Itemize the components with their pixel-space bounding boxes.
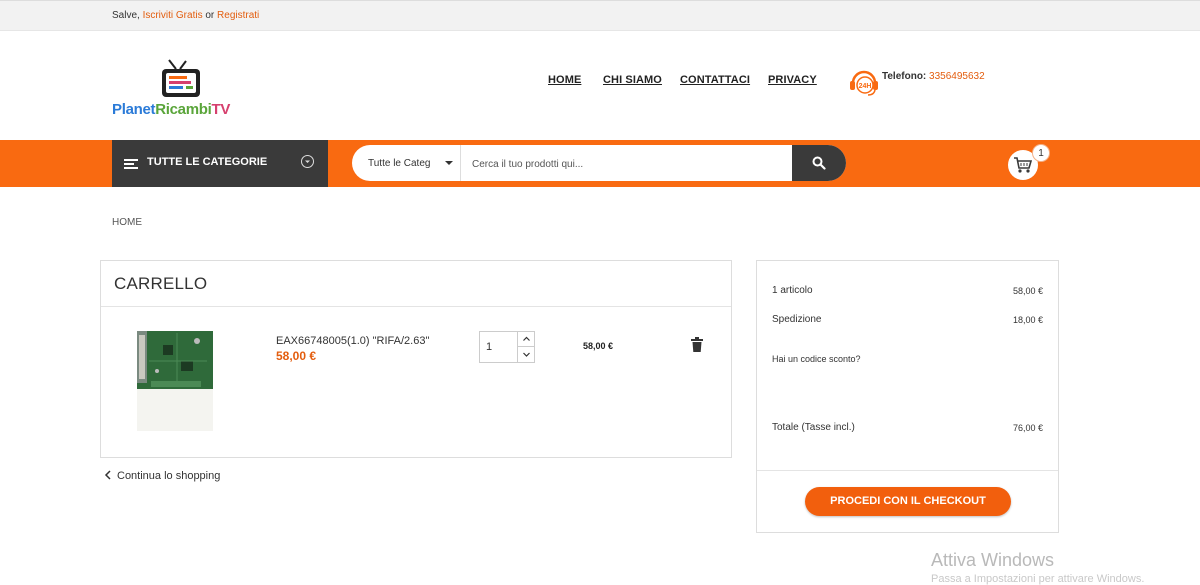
caret-down-icon (445, 161, 453, 165)
continue-shopping-label: Continua lo shopping (117, 470, 221, 482)
circuit-board-image (137, 331, 213, 431)
nav-chi-siamo[interactable]: CHI SIAMO (603, 74, 662, 86)
phone-contact: 24H Telefono: 3356495632 (848, 67, 1028, 97)
quantity-decrease-button[interactable] (517, 347, 535, 362)
site-header: PlanetRicambiTV HOME CHI SIAMO CONTATTAC… (0, 31, 1200, 140)
quantity-input[interactable]: 1 (486, 341, 492, 353)
windows-activation-watermark: Attiva Windows (931, 550, 1055, 570)
all-categories-label: TUTTE LE CATEGORIE (147, 156, 268, 168)
windows-activation-subtext: Passa a Impostazioni per attivare Window… (931, 573, 1145, 585)
tv-logo-icon (162, 59, 200, 97)
register-link[interactable]: Registrati (217, 10, 259, 21)
cart-button[interactable]: 1 (1008, 144, 1050, 180)
headset-24h-icon: 24H (850, 70, 878, 96)
category-select[interactable]: Tutte le Categorie (352, 145, 461, 181)
all-categories-menu[interactable]: TUTTE LE CATEGORIE (112, 140, 328, 187)
top-bar: Salve, Iscriviti Gratis or Registrati (0, 0, 1200, 31)
total-label: Totale (Tasse incl.) (772, 422, 855, 433)
chevron-down-icon (301, 155, 314, 168)
signup-link[interactable]: Iscriviti Gratis (143, 10, 203, 21)
cart-count-badge: 1 (1032, 144, 1050, 162)
logo-part-ricambi: Ricambi (155, 101, 212, 118)
logo-part-tv: TV (211, 101, 231, 118)
phone-label-text: Telefono: (882, 71, 927, 82)
product-price: 58,00 € (276, 349, 317, 363)
or-label: or (205, 10, 215, 21)
logo-part-planet: Planet (112, 101, 156, 118)
greeting-label: Salve, (112, 10, 140, 21)
items-count-label: 1 articolo (772, 285, 813, 296)
order-summary: 1 articolo 58,00 € Spedizione 18,00 € Ha… (756, 260, 1059, 533)
search-button[interactable] (792, 145, 846, 181)
shipping-amount: 18,00 € (1012, 315, 1043, 325)
total-amount: 76,00 € (1012, 423, 1043, 433)
search-icon (812, 156, 826, 170)
cart-title: CARRELLO (114, 274, 208, 293)
phone-number[interactable]: 3356495632 (929, 71, 985, 82)
cart-panel: CARRELLO EAX66748005(1.0) "RIFA/2.63" 58… (100, 260, 732, 458)
breadcrumb-home[interactable]: HOME (112, 217, 142, 228)
quantity-increase-button[interactable] (517, 332, 535, 347)
breadcrumb: HOME (112, 217, 142, 228)
discount-code-link[interactable]: Hai un codice sconto? (772, 354, 861, 364)
greeting-text: Salve, Iscriviti Gratis or Registrati (112, 10, 259, 21)
product-image[interactable] (137, 331, 213, 431)
headset-24h-text: 24H (859, 83, 872, 90)
shipping-label: Spedizione (772, 314, 822, 325)
items-amount: 58,00 € (1012, 286, 1043, 296)
nav-contattaci[interactable]: CONTATTACI (680, 74, 750, 86)
site-logo[interactable]: PlanetRicambiTV (110, 59, 260, 119)
quantity-stepper: 1 (479, 331, 535, 363)
chevron-down-icon (523, 352, 530, 357)
chevron-up-icon (523, 336, 530, 341)
phone-label: Telefono: 3356495632 (882, 71, 985, 82)
trash-icon[interactable] (691, 337, 703, 352)
logo-text: PlanetRicambiTV (112, 101, 230, 118)
category-select-value: Tutte le Categorie (368, 158, 430, 169)
nav-home[interactable]: HOME (548, 74, 581, 86)
continue-shopping-link[interactable]: Continua lo shopping (104, 470, 220, 482)
nav-privacy[interactable]: PRIVACY (768, 74, 817, 86)
shopping-cart-icon (1014, 157, 1033, 173)
product-name[interactable]: EAX66748005(1.0) "RIFA/2.63" (276, 335, 429, 347)
search-input[interactable] (470, 154, 774, 174)
divider (757, 470, 1058, 471)
checkout-button[interactable]: PROCEDI CON IL CHECKOUT (805, 487, 1011, 516)
menu-icon (124, 159, 138, 169)
divider (101, 306, 731, 307)
line-total: 58,00 € (583, 341, 614, 351)
chevron-left-icon (104, 470, 111, 480)
search-bar: Tutte le Categorie (352, 145, 846, 181)
